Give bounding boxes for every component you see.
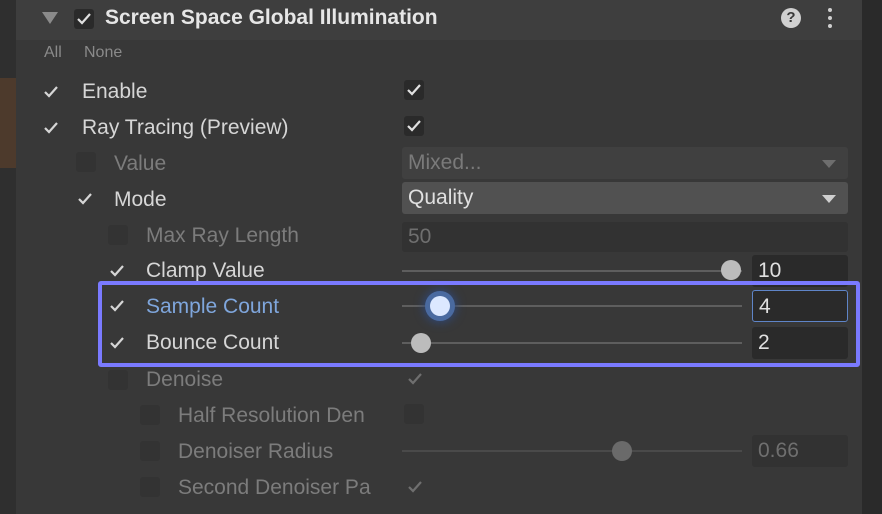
denoiser-radius-label: Denoiser Radius bbox=[178, 440, 334, 463]
clamp-value-slider-track[interactable] bbox=[402, 270, 742, 272]
left-gutter bbox=[0, 0, 16, 514]
checkmark-icon bbox=[75, 10, 93, 28]
second-denoiser-override-checkbox[interactable] bbox=[140, 477, 160, 497]
highlight-box bbox=[98, 281, 860, 367]
second-denoiser-checkbox[interactable] bbox=[406, 478, 424, 496]
max-ray-length-override-checkbox[interactable] bbox=[108, 225, 128, 245]
help-icon[interactable]: ? bbox=[781, 8, 801, 28]
ray-tracing-override-checkbox[interactable] bbox=[42, 119, 60, 137]
denoiser-radius-slider-track[interactable] bbox=[402, 450, 742, 452]
component-enable-checkbox[interactable] bbox=[74, 9, 94, 29]
clamp-value-label: Clamp Value bbox=[146, 259, 265, 282]
denoise-override-checkbox[interactable] bbox=[108, 370, 128, 390]
checkmark-icon bbox=[405, 81, 423, 99]
value-override-checkbox[interactable] bbox=[76, 152, 96, 172]
denoiser-radius-slider-thumb[interactable] bbox=[612, 441, 632, 461]
half-resolution-checkbox[interactable] bbox=[404, 404, 424, 424]
left-gutter-accent bbox=[0, 78, 16, 168]
denoise-label: Denoise bbox=[146, 368, 224, 391]
mode-override-checkbox[interactable] bbox=[76, 190, 94, 208]
ray-tracing-label: Ray Tracing (Preview) bbox=[82, 116, 289, 139]
max-ray-length-field[interactable]: 50 bbox=[402, 222, 848, 252]
max-ray-length-label: Max Ray Length bbox=[146, 224, 299, 247]
dropdown-arrow-icon bbox=[822, 195, 836, 203]
mode-dropdown-text: Quality bbox=[408, 186, 474, 209]
denoiser-radius-field[interactable]: 0.66 bbox=[752, 435, 848, 467]
foldout-arrow-icon[interactable] bbox=[42, 12, 58, 24]
denoise-checkbox[interactable] bbox=[406, 370, 424, 388]
value-dropdown-text: Mixed... bbox=[408, 151, 482, 174]
select-none-link[interactable]: None bbox=[84, 44, 122, 62]
value-dropdown[interactable]: Mixed... bbox=[402, 147, 848, 179]
clamp-value-slider-thumb[interactable] bbox=[721, 260, 741, 280]
select-all-link[interactable]: All bbox=[44, 44, 62, 62]
denoiser-radius-override-checkbox[interactable] bbox=[140, 441, 160, 461]
enable-label: Enable bbox=[82, 80, 148, 103]
enable-override-checkbox[interactable] bbox=[42, 83, 60, 101]
kebab-menu-icon[interactable] bbox=[828, 8, 834, 30]
second-denoiser-label: Second Denoiser Pa bbox=[178, 476, 371, 499]
enable-checkbox[interactable] bbox=[404, 80, 424, 100]
mode-dropdown[interactable]: Quality bbox=[402, 182, 848, 214]
mode-label: Mode bbox=[114, 188, 167, 211]
clamp-value-override-checkbox[interactable] bbox=[108, 262, 126, 280]
dropdown-arrow-icon bbox=[822, 160, 836, 168]
checkmark-icon bbox=[405, 117, 423, 135]
scrollbar-track[interactable] bbox=[862, 0, 882, 514]
ray-tracing-checkbox[interactable] bbox=[404, 116, 424, 136]
half-resolution-label: Half Resolution Den bbox=[178, 404, 365, 427]
half-resolution-override-checkbox[interactable] bbox=[140, 405, 160, 425]
value-label: Value bbox=[114, 152, 167, 175]
component-title: Screen Space Global Illumination bbox=[105, 6, 438, 29]
